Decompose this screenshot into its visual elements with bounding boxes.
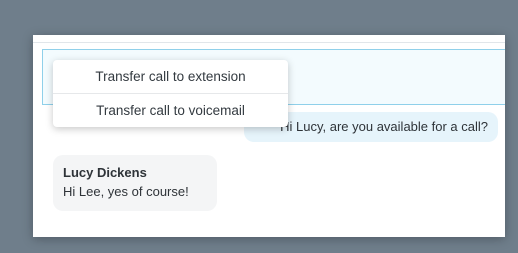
- app-page: Transfer call to extension Transfer call…: [0, 0, 518, 253]
- outgoing-message-text: Hi Lucy, are you available for a call?: [280, 119, 488, 134]
- transfer-call-dropdown: Transfer call to extension Transfer call…: [53, 60, 288, 127]
- panel-top-divider: [33, 35, 505, 43]
- chat-panel: Transfer call to extension Transfer call…: [33, 35, 505, 237]
- incoming-message-text: Hi Lee, yes of course!: [63, 184, 189, 199]
- transfer-to-extension-item[interactable]: Transfer call to extension: [53, 60, 288, 93]
- message-sender-name: Lucy Dickens: [63, 165, 147, 180]
- transfer-to-voicemail-item[interactable]: Transfer call to voicemail: [53, 94, 288, 127]
- incoming-message-bubble: Lucy Dickens Hi Lee, yes of course!: [53, 155, 217, 211]
